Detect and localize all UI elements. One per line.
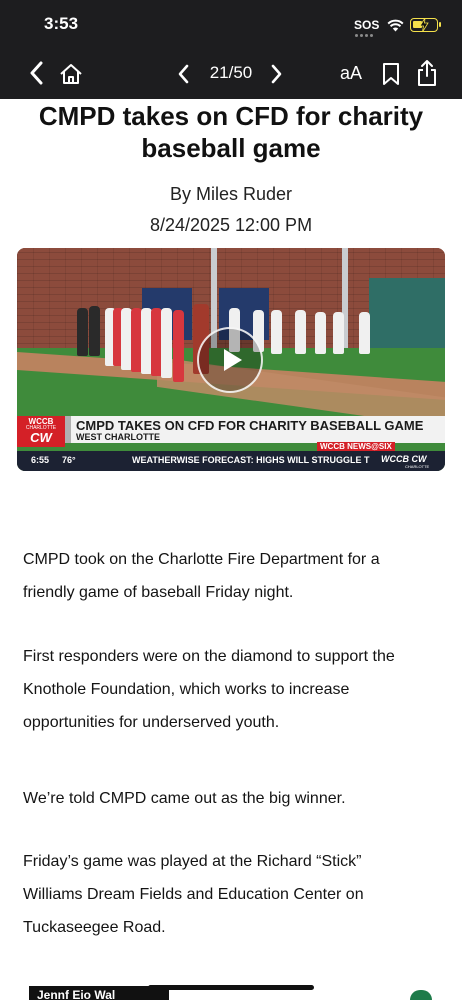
video-still-player xyxy=(89,306,100,356)
share-button[interactable] xyxy=(414,58,440,88)
video-still-player xyxy=(161,308,172,378)
next-article-button[interactable] xyxy=(266,60,288,88)
article-headline: CMPD takes on CFD for charity baseball g… xyxy=(20,100,442,164)
back-button[interactable] xyxy=(24,58,48,88)
video-still-player xyxy=(333,312,344,354)
paragraph-line: Friday’s game was played at the Richard … xyxy=(23,853,362,870)
headline-line: CMPD takes on CFD for charity xyxy=(38,101,424,131)
paragraph-line: friendly game of baseball Friday night. xyxy=(23,584,294,601)
video-still-player xyxy=(359,312,370,354)
ticker-logo: WCCB CW xyxy=(381,454,427,464)
chevron-left-icon xyxy=(30,61,43,85)
previous-article-button[interactable] xyxy=(172,60,194,88)
video-still-player xyxy=(315,312,326,354)
paragraph-line: First responders were on the diamond to … xyxy=(23,648,395,665)
paragraph-line: CMPD took on the Charlotte Fire Departme… xyxy=(23,551,380,568)
sos-indicator: SOS xyxy=(354,18,380,37)
advertisement-logo-icon[interactable] xyxy=(410,990,432,1000)
top-toolbar: 3:53 SOS 21/50 aA xyxy=(0,0,462,99)
video-player[interactable]: WCCB CHARLOTTE CW CMPD TAKES ON CFD FOR … xyxy=(17,248,445,471)
share-icon xyxy=(418,60,436,86)
wifi-icon xyxy=(387,19,404,31)
paragraph-line: Williams Dream Fields and Education Cent… xyxy=(23,886,364,903)
video-still-dugout xyxy=(369,278,445,354)
lower-third-title: CMPD TAKES ON CFD FOR CHARITY BASEBALL G… xyxy=(76,418,424,433)
play-icon xyxy=(223,349,242,371)
chevron-right-icon xyxy=(271,64,282,84)
video-still-player xyxy=(77,308,88,356)
page-counter: 21/50 xyxy=(209,63,253,82)
article-paragraph: We’re told CMPD came out as the big winn… xyxy=(23,782,433,815)
ticker-text: WEATHERWISE FORECAST: HIGHS WILL STRUGGL… xyxy=(132,455,370,465)
ticker-time: 6:55 xyxy=(31,455,50,465)
paragraph-line: Tuckaseegee Road. xyxy=(23,919,166,936)
video-still-player xyxy=(271,310,282,354)
article-paragraph: Friday’s game was played at the Richard … xyxy=(23,845,433,944)
ticker-temperature: 76° xyxy=(62,455,76,465)
article-byline: By Miles Ruder xyxy=(169,184,293,204)
sos-label: SOS xyxy=(354,18,380,32)
home-indicator[interactable] xyxy=(148,985,314,990)
home-icon xyxy=(60,64,82,84)
signal-dots-icon xyxy=(355,34,373,37)
bookmark-icon xyxy=(383,63,399,85)
paragraph-line: Knothole Foundation, which works to incr… xyxy=(23,681,350,698)
article-paragraph: First responders were on the diamond to … xyxy=(23,640,433,739)
status-time: 3:53 xyxy=(44,14,79,33)
station-logo-bottom: CW xyxy=(30,430,52,445)
home-button[interactable] xyxy=(58,60,84,88)
video-still-player xyxy=(173,310,184,382)
article-paragraph: CMPD took on the Charlotte Fire Departme… xyxy=(23,543,433,609)
paragraph-line: opportunities for underserved youth. xyxy=(23,714,280,731)
paragraph-line: We’re told CMPD came out as the big winn… xyxy=(23,790,346,807)
video-still-player xyxy=(295,310,306,354)
status-indicators: SOS xyxy=(354,14,442,37)
station-logo: WCCB CHARLOTTE CW xyxy=(17,416,65,447)
news-ticker: 6:55 76° WEATHERWISE FORECAST: HIGHS WIL… xyxy=(17,451,445,471)
chevron-left-icon xyxy=(178,64,189,84)
text-size-button[interactable]: aA xyxy=(340,63,362,84)
battery-icon xyxy=(410,18,442,32)
play-button[interactable] xyxy=(197,327,263,393)
ticker-logo-sub: CHARLOTTE xyxy=(405,464,430,469)
headline-line: baseball game xyxy=(141,133,321,163)
lower-third-location: WEST CHARLOTTE xyxy=(76,432,160,442)
bookmark-button[interactable] xyxy=(380,60,402,88)
lower-third-stripe xyxy=(65,416,71,443)
article-date: 8/24/2025 12:00 PM xyxy=(149,215,313,235)
